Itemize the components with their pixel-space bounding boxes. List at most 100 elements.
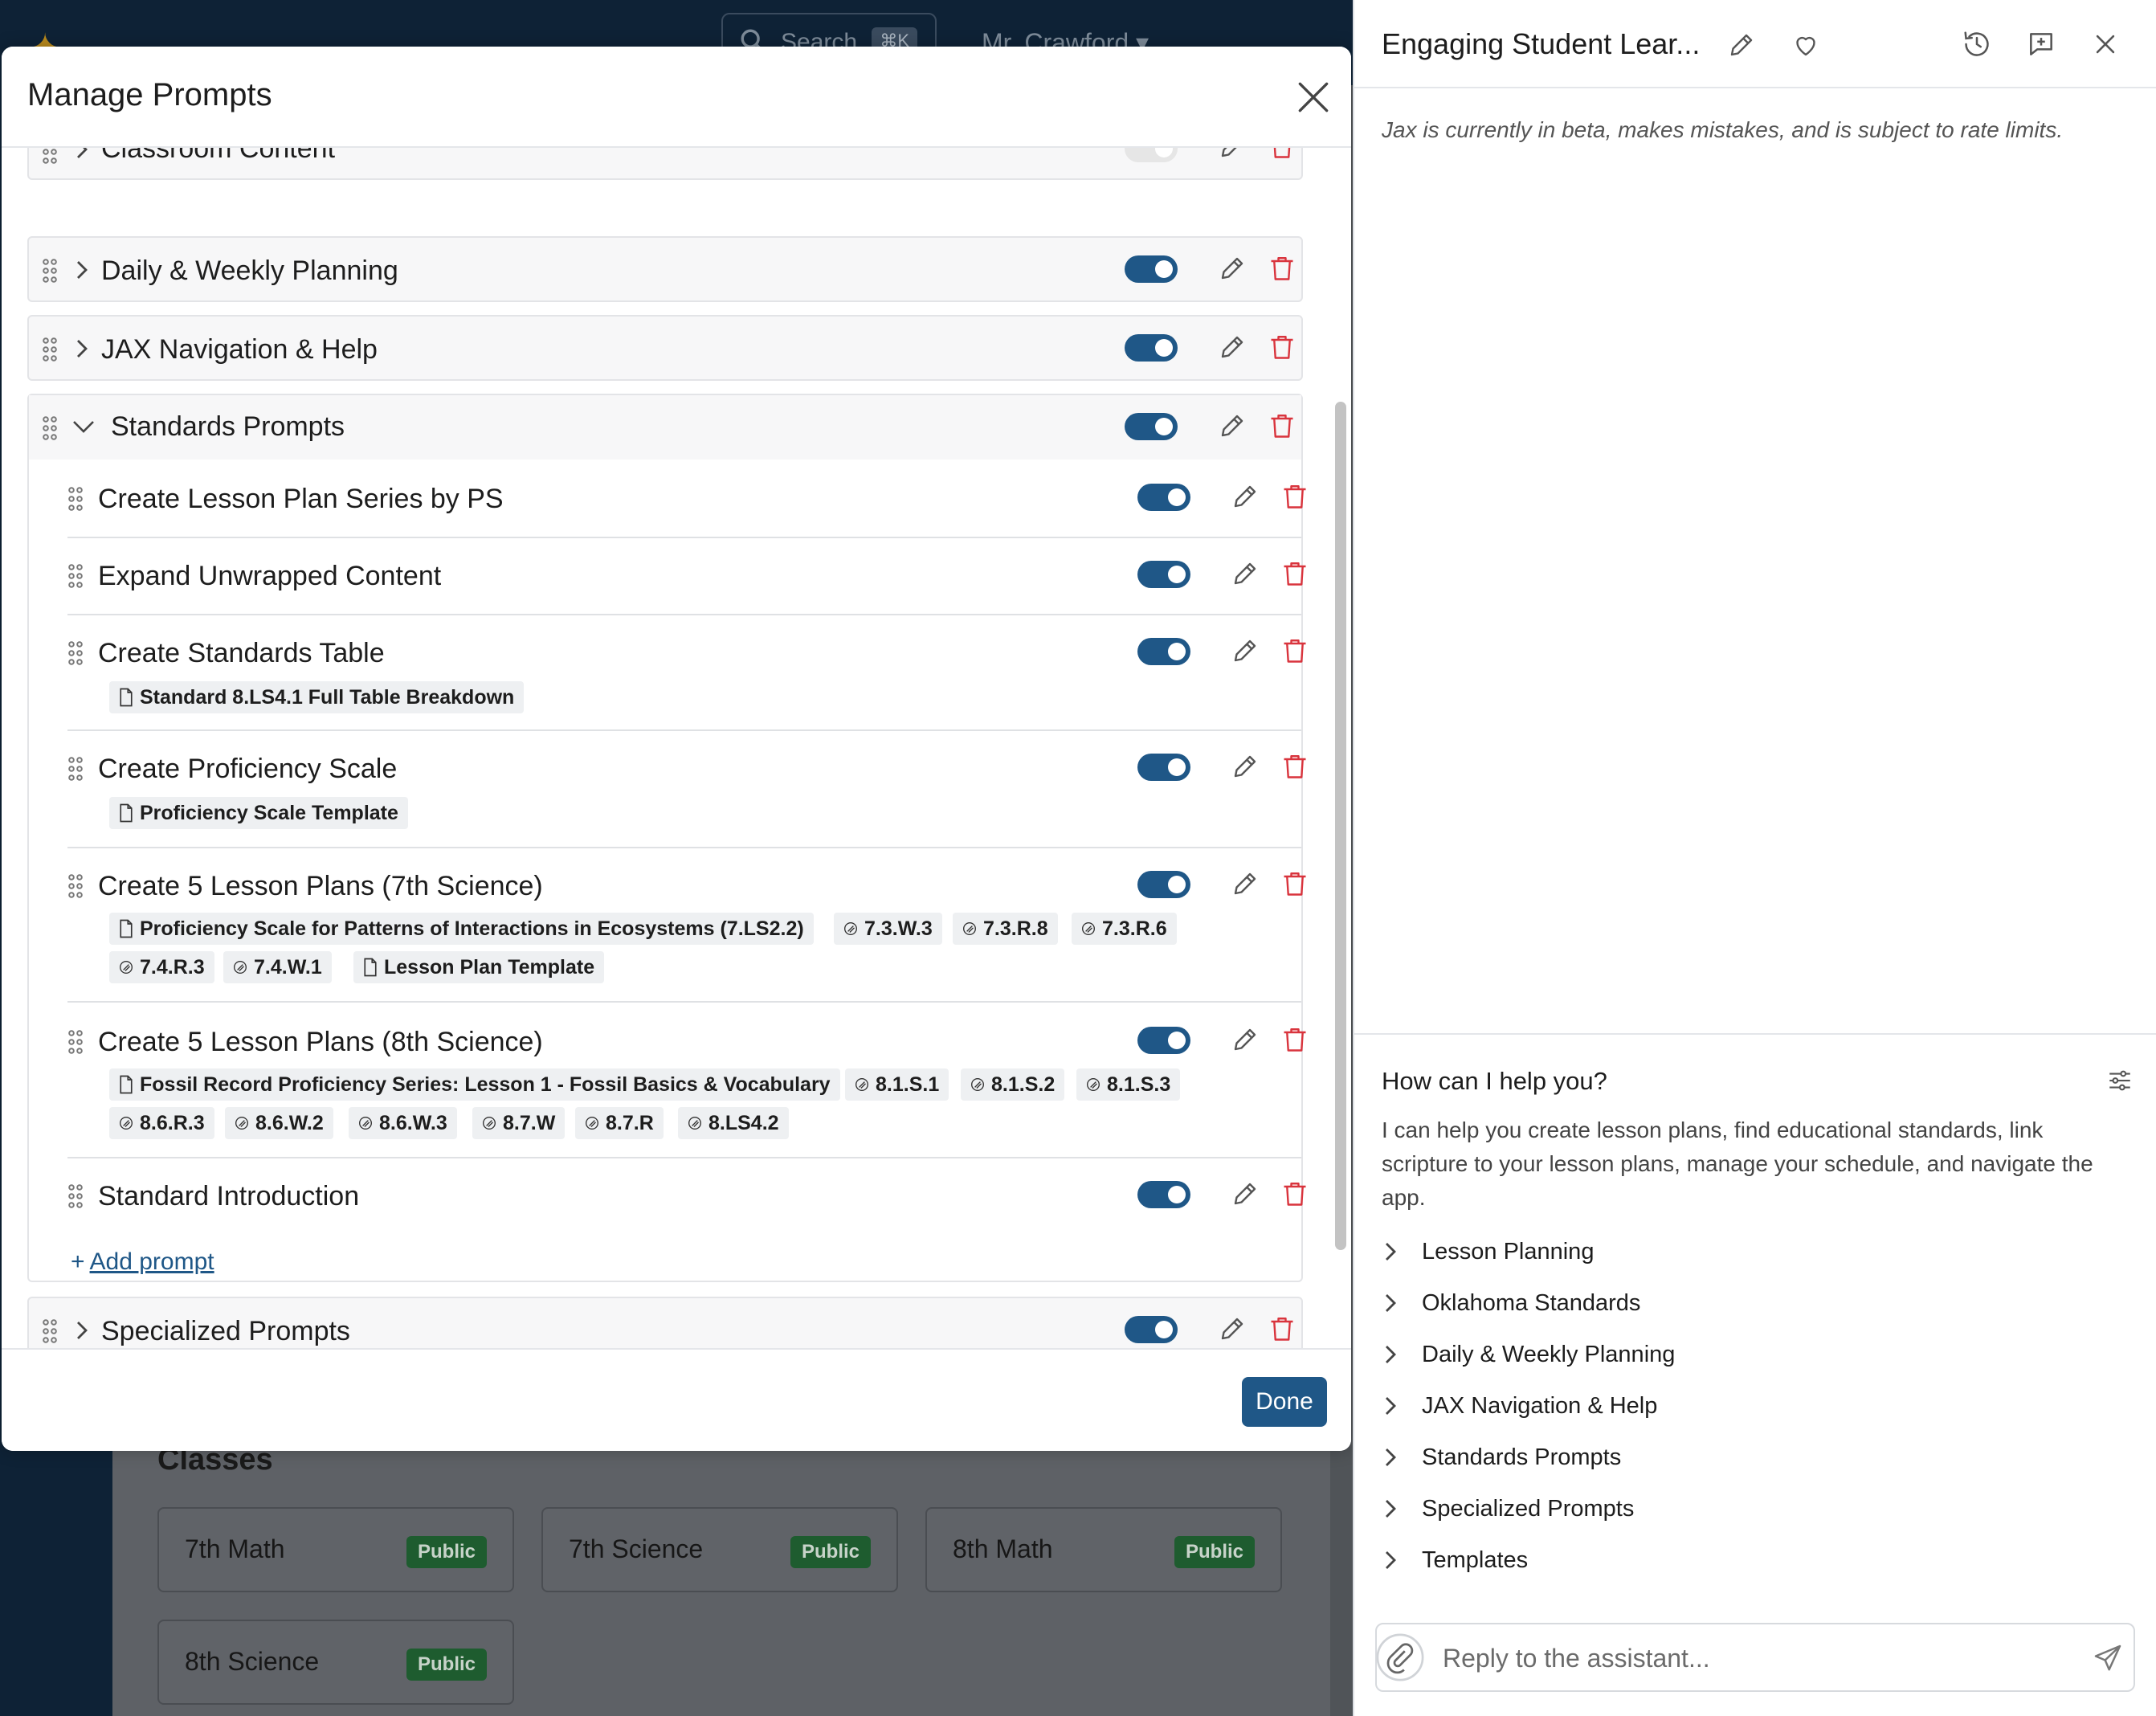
scrollbar-thumb[interactable] bbox=[1335, 402, 1346, 1250]
standard-chip[interactable]: 8.6.W.2 bbox=[225, 1107, 333, 1139]
drag-handle-icon[interactable] bbox=[67, 757, 84, 781]
trash-icon[interactable] bbox=[1280, 636, 1309, 665]
prompt-toggle[interactable] bbox=[1137, 638, 1190, 665]
standard-chip[interactable]: 7.4.R.3 bbox=[109, 951, 214, 983]
help-topic-specialized-prompts[interactable]: Specialized Prompts bbox=[1382, 1488, 1783, 1528]
prompt-row[interactable]: Create Lesson Plan Series by PS bbox=[29, 460, 1306, 537]
class-card[interactable]: 7th Math Public bbox=[157, 1507, 514, 1592]
standard-chip[interactable]: 8.6.R.3 bbox=[109, 1107, 214, 1139]
help-topic-templates[interactable]: Templates bbox=[1382, 1539, 1783, 1579]
drag-handle-icon[interactable] bbox=[67, 487, 84, 511]
pencil-icon[interactable] bbox=[1231, 559, 1260, 588]
standard-chip[interactable]: 8.1.S.2 bbox=[961, 1068, 1065, 1101]
trash-icon[interactable] bbox=[1268, 411, 1296, 440]
chevron-right-icon[interactable] bbox=[72, 148, 90, 161]
drag-handle-icon[interactable] bbox=[67, 641, 84, 665]
settings-sliders-icon[interactable] bbox=[2106, 1067, 2134, 1094]
prompt-row[interactable]: Standard Introduction bbox=[29, 1158, 1306, 1236]
standard-chip[interactable]: 7.3.R.8 bbox=[953, 913, 1058, 945]
standard-chip[interactable]: 8.LS4.2 bbox=[678, 1107, 789, 1139]
help-topic-oklahoma-standards[interactable]: Oklahoma Standards bbox=[1382, 1282, 1783, 1322]
pencil-icon[interactable] bbox=[1231, 752, 1260, 781]
trash-icon[interactable] bbox=[1280, 482, 1309, 511]
reply-input[interactable] bbox=[1443, 1636, 2069, 1681]
prompt-toggle[interactable] bbox=[1137, 561, 1190, 588]
close-icon[interactable] bbox=[2092, 31, 2119, 58]
category-jax-navigation-help[interactable]: JAX Navigation & Help bbox=[27, 315, 1303, 381]
pencil-icon[interactable] bbox=[1231, 869, 1260, 898]
trash-icon[interactable] bbox=[1280, 869, 1309, 898]
standard-chip[interactable]: 7.3.R.6 bbox=[1072, 913, 1177, 945]
category-specialized-prompts[interactable]: Specialized Prompts bbox=[27, 1297, 1303, 1348]
pencil-icon[interactable] bbox=[1218, 1314, 1247, 1343]
standard-chip[interactable]: 8.1.S.3 bbox=[1076, 1068, 1181, 1101]
category-toggle[interactable] bbox=[1125, 413, 1178, 440]
trash-icon[interactable] bbox=[1280, 752, 1309, 781]
trash-icon[interactable] bbox=[1280, 1179, 1309, 1208]
trash-icon[interactable] bbox=[1280, 1025, 1309, 1054]
category-toggle[interactable] bbox=[1125, 148, 1178, 162]
class-card[interactable]: 8th Science Public bbox=[157, 1620, 514, 1705]
standard-chip[interactable]: 8.6.W.3 bbox=[349, 1107, 457, 1139]
close-icon[interactable] bbox=[1293, 77, 1333, 117]
pencil-icon[interactable] bbox=[1727, 31, 1756, 59]
pencil-icon[interactable] bbox=[1231, 636, 1260, 665]
drag-handle-icon[interactable] bbox=[42, 259, 58, 283]
standard-chip[interactable]: 8.1.S.1 bbox=[845, 1068, 949, 1101]
attachment-chip[interactable]: Fossil Record Proficiency Series: Lesson… bbox=[109, 1068, 840, 1101]
category-toggle[interactable] bbox=[1125, 1316, 1178, 1343]
paperclip-icon[interactable] bbox=[1375, 1632, 1425, 1682]
attachment-chip[interactable]: Proficiency Scale for Patterns of Intera… bbox=[109, 913, 814, 945]
drag-handle-icon[interactable] bbox=[67, 874, 84, 898]
category-classroom-content[interactable]: Classroom Content bbox=[27, 148, 1303, 180]
trash-icon[interactable] bbox=[1268, 333, 1296, 362]
history-icon[interactable] bbox=[1962, 29, 1992, 59]
prompt-row[interactable]: Expand Unwrapped Content bbox=[29, 538, 1306, 614]
chevron-down-icon[interactable] bbox=[71, 418, 96, 435]
trash-icon[interactable] bbox=[1268, 1314, 1296, 1343]
drag-handle-icon[interactable] bbox=[67, 1030, 84, 1054]
pencil-icon[interactable] bbox=[1231, 1179, 1260, 1208]
send-icon[interactable] bbox=[2092, 1642, 2124, 1674]
class-card[interactable]: 7th Science Public bbox=[541, 1507, 898, 1592]
prompt-toggle[interactable] bbox=[1137, 484, 1190, 511]
prompt-row[interactable]: Create 5 Lesson Plans (8th Science) Foss… bbox=[29, 1003, 1306, 1157]
help-topic-daily-weekly-planning[interactable]: Daily & Weekly Planning bbox=[1382, 1334, 1783, 1374]
prompt-toggle[interactable] bbox=[1137, 871, 1190, 898]
pencil-icon[interactable] bbox=[1231, 1025, 1260, 1054]
chevron-right-icon[interactable] bbox=[72, 259, 90, 281]
prompt-row[interactable]: Create Standards Table Standard 8.LS4.1 … bbox=[29, 615, 1306, 729]
pencil-icon[interactable] bbox=[1218, 411, 1247, 440]
pencil-icon[interactable] bbox=[1218, 333, 1247, 362]
prompt-toggle[interactable] bbox=[1137, 1027, 1190, 1054]
class-card[interactable]: 8th Math Public bbox=[925, 1507, 1282, 1592]
drag-handle-icon[interactable] bbox=[42, 337, 58, 362]
help-topic-standards-prompts[interactable]: Standards Prompts bbox=[1382, 1436, 1783, 1477]
drag-handle-icon[interactable] bbox=[67, 1184, 84, 1208]
help-topic-jax-navigation-help[interactable]: JAX Navigation & Help bbox=[1382, 1385, 1783, 1425]
help-topic-lesson-planning[interactable]: Lesson Planning bbox=[1382, 1231, 1783, 1271]
chevron-right-icon[interactable] bbox=[72, 1319, 90, 1342]
prompt-toggle[interactable] bbox=[1137, 1181, 1190, 1208]
chevron-right-icon[interactable] bbox=[72, 337, 90, 360]
prompt-row[interactable]: Create Proficiency Scale Proficiency Sca… bbox=[29, 731, 1306, 847]
add-prompt-link[interactable]: + Add prompt bbox=[71, 1248, 214, 1276]
new-chat-icon[interactable] bbox=[2026, 29, 2056, 59]
done-button[interactable]: Done bbox=[1242, 1377, 1327, 1427]
standard-chip[interactable]: 8.7.R bbox=[575, 1107, 664, 1139]
trash-icon[interactable] bbox=[1268, 254, 1296, 283]
trash-icon[interactable] bbox=[1268, 148, 1296, 161]
drag-handle-icon[interactable] bbox=[67, 564, 84, 588]
drag-handle-icon[interactable] bbox=[42, 148, 58, 164]
standard-chip[interactable]: 7.3.W.3 bbox=[834, 913, 942, 945]
category-daily-weekly-planning[interactable]: Daily & Weekly Planning bbox=[27, 236, 1303, 302]
trash-icon[interactable] bbox=[1280, 559, 1309, 588]
drag-handle-icon[interactable] bbox=[42, 1319, 58, 1343]
prompt-toggle[interactable] bbox=[1137, 754, 1190, 781]
pencil-icon[interactable] bbox=[1218, 254, 1247, 283]
category-toggle[interactable] bbox=[1125, 334, 1178, 362]
prompt-row[interactable]: Create 5 Lesson Plans (7th Science) Prof… bbox=[29, 848, 1306, 1001]
attachment-chip[interactable]: Lesson Plan Template bbox=[353, 951, 605, 983]
category-header[interactable]: Standards Prompts bbox=[29, 395, 1301, 460]
heart-icon[interactable] bbox=[1791, 31, 1820, 59]
